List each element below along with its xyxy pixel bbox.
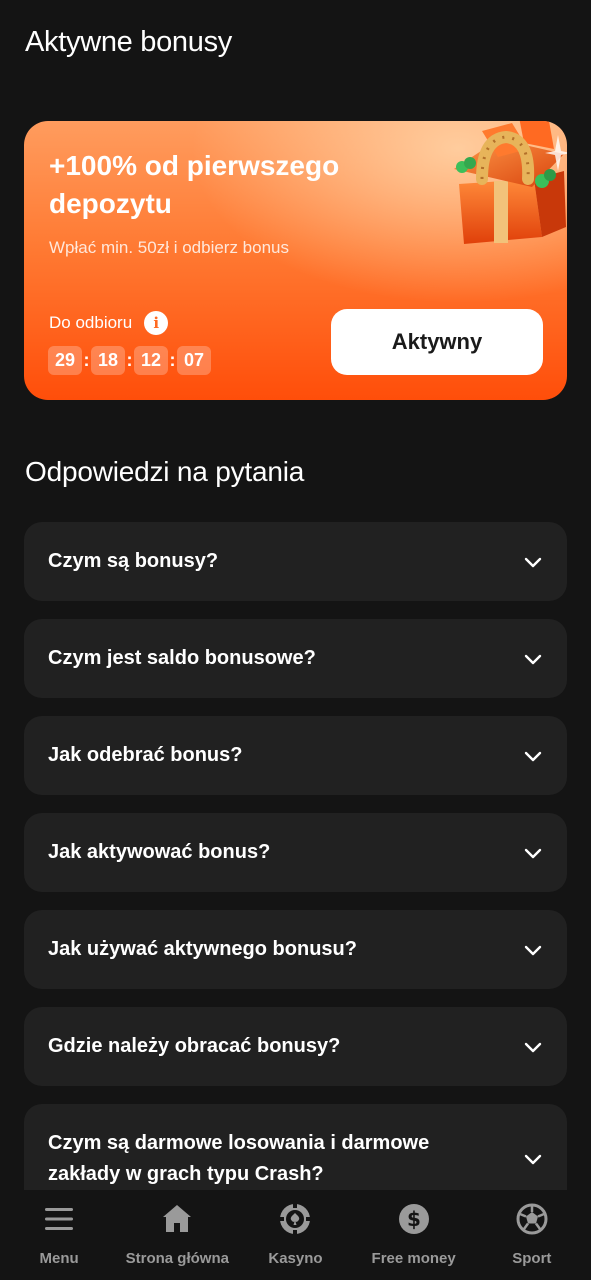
sparkle-icon <box>545 135 567 171</box>
faq-item[interactable]: Jak aktywować bonus? <box>24 813 567 892</box>
menu-icon <box>45 1208 74 1230</box>
faq-question: Jak używać aktywnego bonusu? <box>48 938 357 960</box>
nav-item-label: Strona główna <box>125 1250 229 1267</box>
dollar-coin-icon: $ <box>398 1204 429 1234</box>
bonuses-page: Aktywne bonusy +100% od pierwszego depoz… <box>0 0 591 1280</box>
page-title: Aktywne bonusy <box>25 26 232 58</box>
promo-title: +100% od pierwszego depozytu <box>49 150 340 219</box>
faq-item[interactable]: Gdzie należy obracać bonusy? <box>24 1007 567 1086</box>
faq-item[interactable]: Czym jest saldo bonusowe? <box>24 619 567 698</box>
chevron-down-icon <box>524 1042 542 1052</box>
chevron-down-icon <box>524 848 542 858</box>
claim-label-text: Do odbioru <box>49 313 133 332</box>
svg-text:$: $ <box>407 1207 421 1231</box>
active-status-button[interactable]: Aktywny <box>331 309 543 375</box>
nav-item-label: Menu <box>39 1250 79 1267</box>
chevron-down-icon <box>524 654 542 664</box>
chevron-down-icon <box>524 557 542 567</box>
bottom-nav: Menu Strona główna Kasyno $ Free money S… <box>0 1190 591 1280</box>
nav-item-home[interactable]: Strona główna <box>118 1202 236 1267</box>
promo-card[interactable]: +100% od pierwszego depozytu Wpłać min. … <box>24 121 567 400</box>
faq-item[interactable]: Czym są bonusy? <box>24 522 567 601</box>
faq-question: Jak odebrać bonus? <box>48 744 243 766</box>
nav-item-casino[interactable]: Kasyno <box>236 1202 354 1267</box>
faq-item[interactable]: Jak używać aktywnego bonusu? <box>24 910 567 989</box>
info-icon[interactable]: i <box>144 311 169 335</box>
timer-minutes: 12 <box>134 346 168 375</box>
nav-item-sport[interactable]: Sport <box>473 1202 591 1267</box>
soccer-ball-icon <box>516 1203 548 1235</box>
nav-item-label: Free money <box>371 1250 456 1267</box>
countdown-timer: 29 : 18 : 12 : 07 <box>48 346 211 375</box>
faq-question: Czym jest saldo bonusowe? <box>48 647 316 669</box>
faq-item[interactable]: Jak odebrać bonus? <box>24 716 567 795</box>
casino-chip-icon <box>279 1203 312 1235</box>
chevron-down-icon <box>524 1154 542 1165</box>
claim-label: Do odbioru i <box>49 311 169 335</box>
timer-days: 29 <box>48 346 82 375</box>
faq-question: Gdzie należy obracać bonusy? <box>48 1035 341 1057</box>
faq-question: Jak aktywować bonus? <box>48 841 271 863</box>
timer-seconds: 07 <box>177 346 211 375</box>
timer-hours: 18 <box>91 346 125 375</box>
nav-item-label: Kasyno <box>268 1250 323 1267</box>
promo-subtitle: Wpłać min. 50zł i odbierz bonus <box>49 238 290 257</box>
chevron-down-icon <box>524 945 542 955</box>
faq-question: Czym są darmowe losowania i darmowe zakł… <box>48 1132 430 1185</box>
nav-item-free-money[interactable]: $ Free money <box>355 1202 473 1267</box>
home-icon <box>163 1205 192 1232</box>
nav-item-menu[interactable]: Menu <box>0 1202 118 1267</box>
nav-item-label: Sport <box>512 1250 552 1267</box>
faq-title: Odpowiedzi na pytania <box>25 456 305 487</box>
chevron-down-icon <box>524 751 542 761</box>
faq-question: Czym są bonusy? <box>48 550 219 572</box>
